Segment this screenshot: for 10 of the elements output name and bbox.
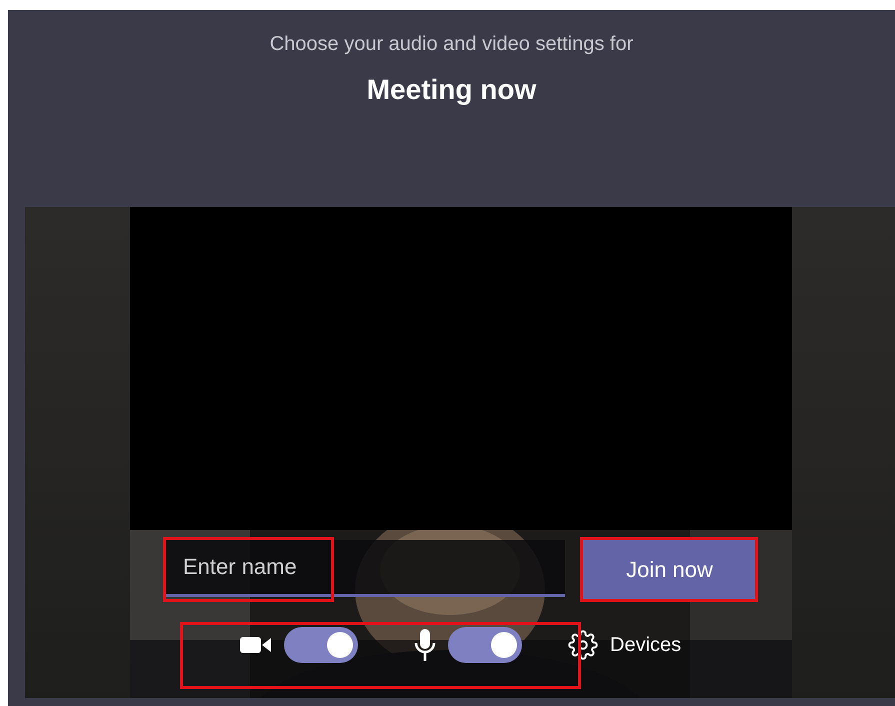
join-button[interactable]: Join now [582,540,757,600]
settings-prompt: Choose your audio and video settings for [270,33,634,56]
video-camera-icon [240,636,272,654]
name-field[interactable]: Enter name [163,540,565,597]
microphone-toggle[interactable] [448,627,522,663]
camera-toggle[interactable] [284,627,358,663]
microphone-icon [414,628,436,662]
meeting-title: Meeting now [366,74,536,106]
settings-icon [568,630,598,660]
devices-button[interactable]: Devices [568,630,682,660]
